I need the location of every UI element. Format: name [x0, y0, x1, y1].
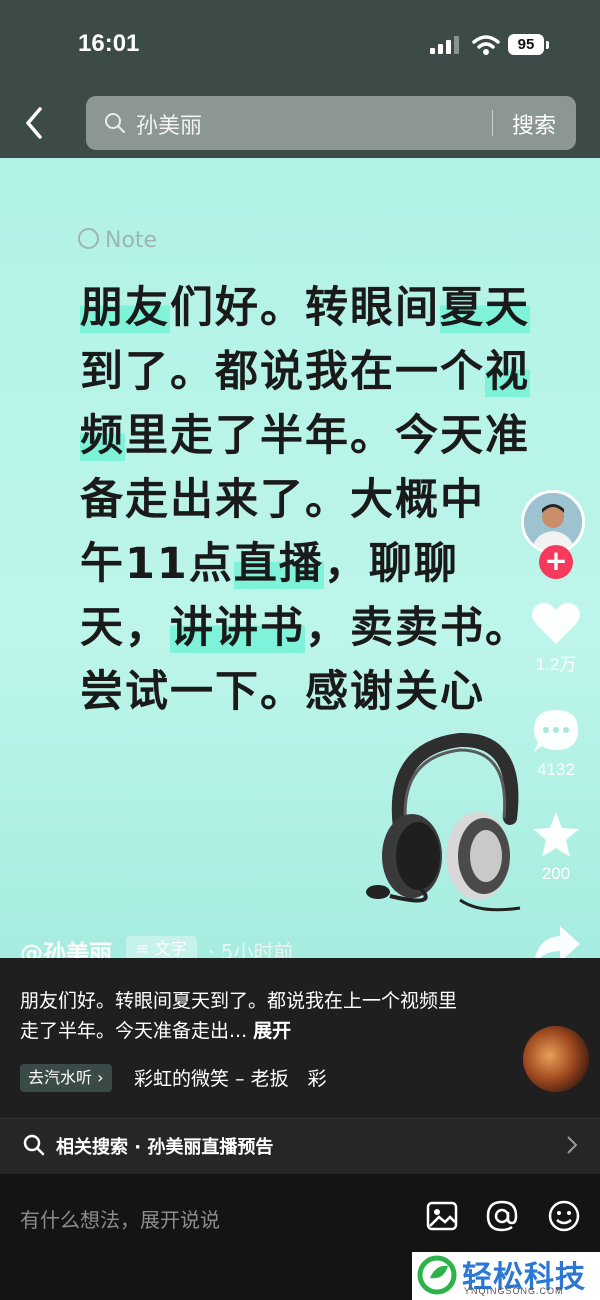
note-line: 朋友们好。转眼间夏天	[80, 276, 530, 340]
search-icon	[23, 1134, 45, 1156]
note-text: 天，	[80, 603, 170, 653]
emoji-icon[interactable]	[546, 1198, 582, 1234]
note-text: 里走了半年。今天准	[125, 411, 530, 461]
battery-level: 95	[508, 34, 544, 55]
headphones-image	[366, 732, 521, 912]
comment-icon	[534, 710, 578, 752]
highlighted-text: 频	[80, 411, 125, 461]
chevron-right-icon	[567, 1136, 578, 1154]
favorite-count: 200	[541, 864, 571, 883]
caption[interactable]: 朋友们好。转眼间夏天到了。都说我在上一个视频里走了半年。今天准备走出... 展开	[20, 986, 460, 1046]
search-icon	[105, 113, 125, 133]
note-text: 们好。转眼间	[170, 283, 440, 333]
note-circle-icon	[78, 228, 99, 249]
highlighted-text: 讲讲书	[170, 603, 305, 653]
favorite-button[interactable]: 200	[520, 810, 592, 884]
highlighted-text: 视	[485, 347, 530, 397]
note-text: 尝试一下。感谢关心	[80, 667, 485, 717]
like-button[interactable]: 1.2万	[520, 598, 592, 675]
note-label: Note	[78, 228, 157, 253]
back-arrow-icon[interactable]	[20, 105, 50, 141]
note-text: 备走出来了。大概中	[80, 475, 485, 525]
music-app-link[interactable]: 去汽水听 ›	[20, 1064, 112, 1092]
note-text: 到了。都说我在一个	[80, 347, 485, 397]
image-icon[interactable]	[424, 1198, 460, 1234]
watermark-url: YNQINGSONG.COM	[464, 1286, 564, 1296]
search-divider	[492, 110, 493, 136]
related-search[interactable]: 相关搜索 · 孙美丽直播预告	[0, 1118, 600, 1174]
comment-count: 4132	[537, 760, 575, 779]
note-line: 备走出来了。大概中	[80, 468, 530, 532]
music-disc[interactable]	[523, 1026, 589, 1092]
caption-text: 朋友们好。转眼间夏天到了。都说我在上一个视频里走了半年。今天准备走出...	[20, 990, 458, 1042]
highlighted-text: 夏天	[440, 283, 530, 333]
note-text: 午11点	[80, 539, 234, 589]
battery-icon: 95	[508, 34, 549, 56]
search-button[interactable]: 搜索	[512, 108, 556, 140]
watermark: 轻松科技 YNQINGSONG.COM	[412, 1252, 600, 1300]
note-line: 天，讲讲书，卖卖书。	[80, 596, 530, 660]
comment-button[interactable]: 4132	[520, 706, 592, 780]
star-icon	[533, 812, 579, 857]
search-input[interactable]: 孙美丽	[136, 108, 202, 140]
mention-icon[interactable]	[484, 1198, 520, 1234]
note-text: ，聊聊	[323, 539, 459, 589]
note-line: 午11点直播，聊聊	[80, 532, 530, 596]
wifi-icon	[472, 35, 500, 55]
note-line: 尝试一下。感谢关心	[80, 660, 530, 724]
highlighted-text: 直播	[233, 539, 324, 589]
note-text: ，卖卖书。	[305, 603, 530, 653]
follow-plus-button[interactable]: +	[539, 545, 573, 579]
note-body: 朋友们好。转眼间夏天 到了。都说我在一个视 频里走了半年。今天准 备走出来了。大概中午…	[80, 276, 530, 724]
note-line: 频里走了半年。今天准	[80, 404, 530, 468]
top-bar: 16:01 95 孙美丽 搜索	[0, 0, 600, 158]
avatar-photo	[524, 493, 582, 551]
signal-icon	[430, 36, 459, 54]
search-bar[interactable]: 孙美丽 搜索	[86, 96, 576, 150]
type-badge-label: 文字	[154, 939, 187, 958]
status-time: 16:01	[78, 30, 140, 57]
like-count: 1.2万	[535, 655, 577, 674]
note-label-text: Note	[105, 228, 158, 253]
highlighted-text: 朋友	[80, 283, 170, 333]
heart-icon	[532, 602, 580, 644]
expand-link[interactable]: 展开	[253, 1020, 291, 1042]
note-line: 到了。都说我在一个视	[80, 340, 530, 404]
related-search-text: 相关搜索 · 孙美丽直播预告	[56, 1137, 274, 1158]
leaf-logo-icon	[417, 1255, 457, 1295]
music-title[interactable]: 彩虹的微笑 – 老扳 彩	[134, 1064, 327, 1091]
comment-input[interactable]: 有什么想法，展开说说	[20, 1204, 220, 1233]
